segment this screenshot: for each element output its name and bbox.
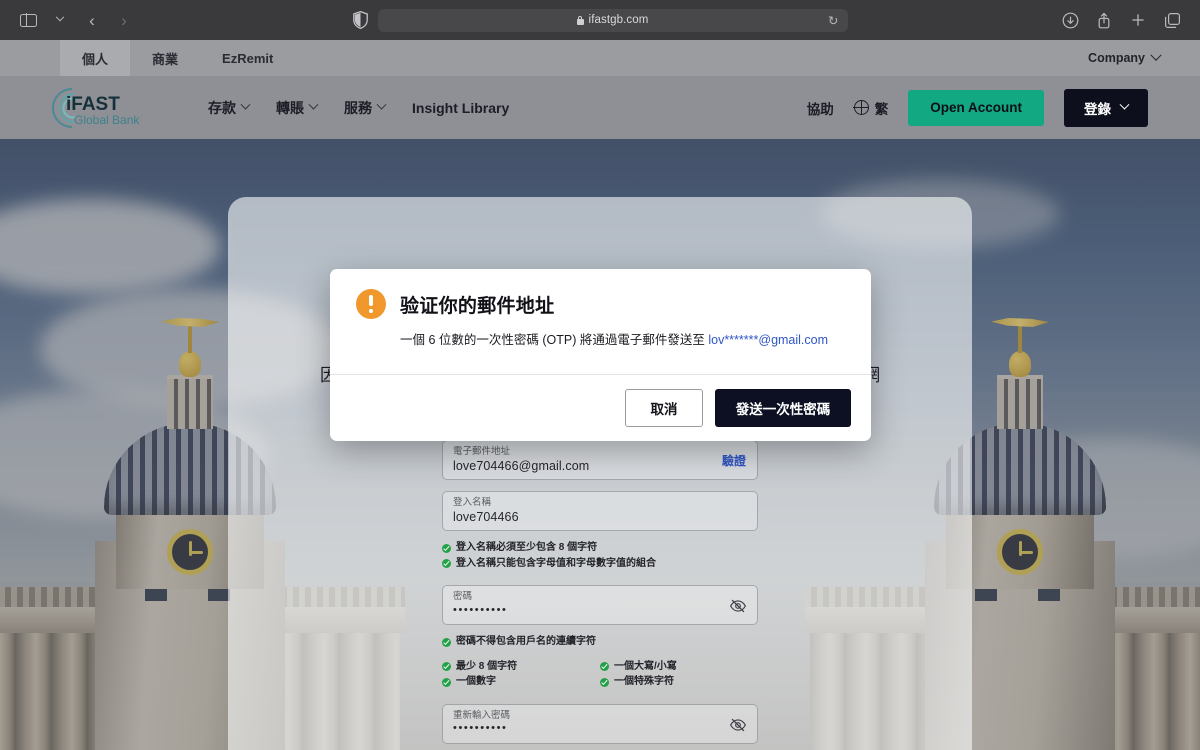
modal-message: 一個 6 位數的一次性密碼 (OTP) 將通過電子郵件發送至 lov******… — [400, 331, 845, 350]
lock-icon — [576, 15, 584, 25]
forward-button[interactable]: › — [110, 7, 138, 33]
verify-email-link[interactable]: 驗證 — [722, 452, 746, 469]
chevron-down-icon — [376, 99, 387, 110]
privacy-shield-icon[interactable] — [352, 11, 368, 29]
modal-message-prefix: 一個 6 位數的一次性密碼 (OTP) 將通過電子郵件發送至 — [400, 333, 709, 347]
rule-item: 登入名稱只能包含字母值和字母數字值的組合 — [442, 556, 758, 572]
check-circle-icon — [442, 637, 451, 647]
username-field-value: love704466 — [453, 509, 519, 524]
eye-off-icon[interactable] — [729, 716, 747, 734]
ifast-logo[interactable]: iFAST Global Bank — [52, 85, 152, 131]
login-label: 登錄 — [1084, 101, 1111, 117]
company-label: Company — [1088, 51, 1145, 65]
reload-icon[interactable]: ↻ — [828, 13, 838, 28]
confirm-password-field-label: 重新輸入密碼 — [453, 709, 511, 721]
hero-section: 為現在和將來創建您的登入名稱 因此我們可以自動保存您的申請，您可以隨時繼續登錄。… — [0, 139, 1200, 750]
rule-item: 一個特殊字符 — [600, 674, 758, 690]
email-field[interactable]: 電子郵件地址 love704466@gmail.com 驗證 — [442, 440, 758, 481]
main-nav: iFAST Global Bank 存款 轉賬 服務 Insight Libra… — [0, 76, 1200, 139]
browser-toolbar: ‹ › ifastgb.com ↻ — [0, 0, 1200, 40]
chevron-down-icon — [240, 99, 251, 110]
nav-link-deposits[interactable]: 存款 — [208, 98, 251, 118]
rule-item: 密碼不得包含用戶名的連續字符 — [442, 634, 758, 650]
username-field[interactable]: 登入名稱 love704466 — [442, 491, 758, 532]
send-otp-button[interactable]: 發送一次性密碼 — [715, 388, 851, 427]
help-link[interactable]: 協助 — [807, 98, 834, 118]
login-button[interactable]: 登錄 — [1064, 88, 1148, 127]
modal-message-email: lov*******@gmail.com — [708, 333, 829, 347]
check-circle-icon — [600, 677, 609, 687]
segment-nav: 個人 商業 EzRemit Company — [0, 40, 1200, 76]
globe-icon — [853, 99, 870, 116]
company-menu[interactable]: Company — [1088, 40, 1200, 76]
url-text: ifastgb.com — [588, 14, 649, 26]
nav-link-services[interactable]: 服務 — [344, 98, 387, 118]
segment-tab-personal[interactable]: 個人 — [60, 40, 131, 76]
svg-text:iFAST: iFAST — [66, 94, 120, 115]
username-field-label: 登入名稱 — [453, 497, 492, 509]
rule-item: 最少 8 個字符 — [442, 659, 600, 675]
check-circle-icon — [442, 662, 451, 671]
password-field-value: •••••••••• — [453, 603, 508, 616]
verify-email-modal: 验证你的郵件地址 一個 6 位數的一次性密碼 (OTP) 將通過電子郵件發送至 … — [330, 269, 871, 441]
nav-link-insight-library[interactable]: Insight Library — [412, 100, 509, 116]
toolbar-right-controls — [1056, 7, 1186, 33]
confirm-password-field[interactable]: 重新輸入密碼 •••••••••• — [442, 703, 758, 744]
modal-title: 验证你的郵件地址 — [400, 295, 555, 317]
segment-tab-ezremit[interactable]: EzRemit — [200, 40, 295, 76]
rule-item: 一個數字 — [442, 674, 600, 690]
nav-links: 存款 轉賬 服務 Insight Library — [208, 98, 509, 118]
segment-tab-business[interactable]: 商業 — [130, 40, 200, 76]
check-circle-icon — [442, 559, 451, 568]
username-rules: 登入名稱必須至少包含 8 個字符 登入名稱只能包含字母值和字母數字值的組合 — [442, 540, 758, 571]
segment-tabs: 個人 商業 EzRemit — [60, 40, 295, 76]
cancel-button[interactable]: 取消 — [625, 388, 703, 427]
chevron-down-icon — [308, 99, 319, 110]
nav-link-transfers[interactable]: 轉賬 — [276, 98, 319, 118]
rule-item: 登入名稱必須至少包含 8 個字符 — [442, 540, 758, 556]
address-bar[interactable]: ifastgb.com ↻ — [377, 8, 848, 32]
email-field-value: love704466@gmail.com — [453, 458, 590, 473]
language-switcher[interactable]: 繁 — [853, 98, 889, 118]
confirm-password-field-value: •••••••••• — [453, 722, 508, 735]
password-field[interactable]: 密碼 •••••••••• — [442, 585, 758, 626]
password-rules-grid: 最少 8 個字符 一個大寫/小寫 一個數字 一個特殊字符 — [442, 659, 758, 690]
language-label: 繁 — [874, 101, 889, 117]
open-account-button[interactable]: Open Account — [908, 89, 1044, 126]
sidebar-toggle-icon[interactable] — [14, 7, 42, 33]
new-tab-icon[interactable] — [1124, 7, 1152, 33]
toolbar-center: ifastgb.com ↻ — [0, 8, 1200, 32]
modal-footer: 取消 發送一次性密碼 — [330, 373, 871, 441]
check-circle-icon — [600, 662, 609, 671]
warning-icon — [356, 289, 386, 319]
check-circle-icon — [442, 677, 451, 687]
share-icon[interactable] — [1090, 7, 1118, 33]
back-button[interactable]: ‹ — [78, 7, 106, 33]
modal-header: 验证你的郵件地址 — [356, 289, 845, 319]
password-rules-block: 密碼不得包含用戶名的連續字符 — [442, 634, 758, 650]
nav-right: 協助 繁 Open Account 登錄 — [807, 88, 1148, 127]
chevron-down-icon — [1119, 99, 1130, 110]
tab-overview-chevron-icon[interactable] — [46, 7, 74, 33]
svg-text:Global Bank: Global Bank — [74, 113, 140, 127]
rule-item: 一個大寫/小寫 — [600, 659, 758, 675]
eye-off-icon[interactable] — [729, 597, 747, 615]
modal-body: 验证你的郵件地址 一個 6 位數的一次性密碼 (OTP) 將通過電子郵件發送至 … — [330, 269, 871, 374]
password-field-label: 密碼 — [453, 591, 473, 603]
tabs-icon[interactable] — [1158, 7, 1186, 33]
browser-window: ‹ › ifastgb.com ↻ 個人 商業 EzRemit Company … — [0, 0, 1200, 750]
chevron-down-icon — [1150, 49, 1162, 61]
email-field-label: 電子郵件地址 — [453, 446, 511, 458]
form-fields: 電子郵件地址 love704466@gmail.com 驗證 登入名稱 love… — [442, 440, 758, 744]
toolbar-left-controls: ‹ › — [14, 7, 138, 33]
check-circle-icon — [442, 543, 451, 553]
downloads-icon[interactable] — [1056, 7, 1084, 33]
web-page: 個人 商業 EzRemit Company iFAST Global Bank … — [0, 40, 1200, 750]
